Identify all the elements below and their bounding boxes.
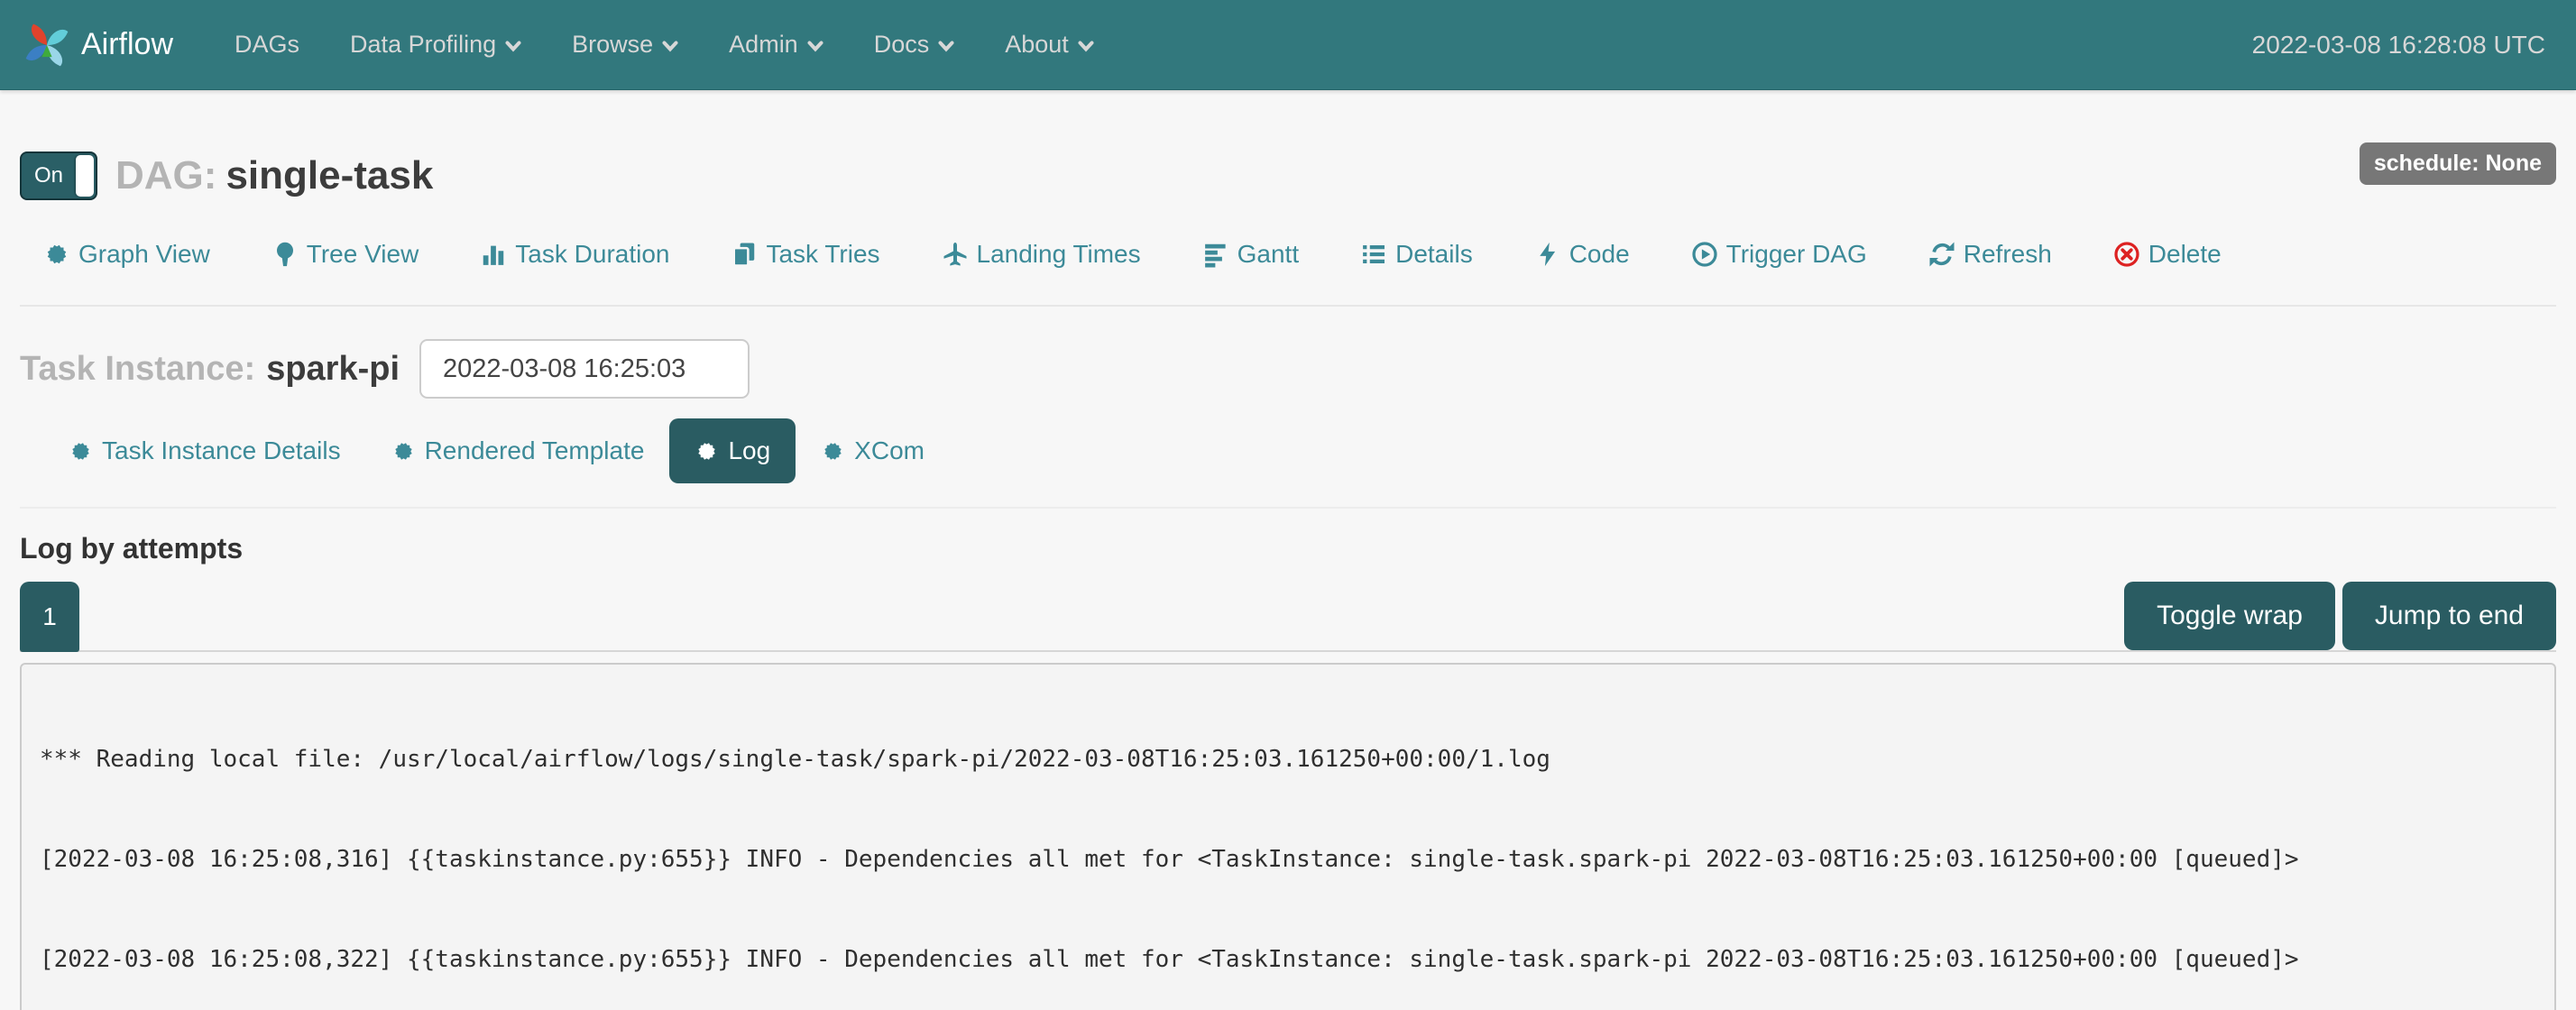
- top-navbar: Airflow DAGs Data Profiling Browse Admin…: [0, 0, 2576, 90]
- chevron-down-icon: [1078, 41, 1094, 52]
- tab-label: Tree View: [307, 240, 419, 269]
- chevron-down-icon: [662, 41, 678, 52]
- tab-label: Landing Times: [977, 240, 1141, 269]
- main-nav: DAGs Data Profiling Browse Admin Docs Ab…: [209, 0, 1119, 89]
- task-name: spark-pi: [266, 350, 400, 389]
- button-label: Log: [728, 436, 770, 465]
- bolt-icon: [1534, 241, 1561, 268]
- dag-view-tabs: Graph View Tree View Task Duration Task …: [20, 240, 2556, 269]
- log-line: *** Reading local file: /usr/local/airfl…: [40, 743, 2545, 776]
- nav-item-label: About: [1005, 31, 1069, 59]
- chevron-down-icon: [505, 41, 521, 52]
- task-instance-header: Task Instance: spark-pi: [20, 339, 2556, 399]
- tab-label: Details: [1395, 240, 1473, 269]
- tab-label: Gantt: [1237, 240, 1299, 269]
- gantt-bars-icon: [1202, 241, 1229, 268]
- tab-label: Trigger DAG: [1726, 240, 1867, 269]
- tab-label: Refresh: [1964, 240, 2052, 269]
- divider: [20, 507, 2556, 509]
- button-label: Task Instance Details: [102, 436, 341, 465]
- schedule-badge: schedule: None: [2360, 142, 2556, 185]
- tab-task-tries[interactable]: Task Tries: [731, 240, 879, 269]
- tab-delete[interactable]: Delete: [2113, 240, 2222, 269]
- refresh-icon: [1928, 241, 1955, 268]
- page-title: DAG:single-task: [115, 153, 433, 198]
- log-output[interactable]: *** Reading local file: /usr/local/airfl…: [20, 663, 2556, 1010]
- button-label: XCom: [854, 436, 925, 465]
- attempt-tab-bar: 1 Toggle wrap Jump to end: [20, 582, 2556, 652]
- burst-icon: [69, 439, 93, 464]
- xcom-button[interactable]: XCom: [796, 418, 950, 483]
- nav-item-admin[interactable]: Admin: [704, 0, 849, 89]
- log-line: [2022-03-08 16:25:08,316] {{taskinstance…: [40, 843, 2545, 877]
- airflow-brand[interactable]: Airflow: [22, 20, 173, 70]
- divider: [20, 305, 2556, 307]
- brand-title: Airflow: [81, 27, 173, 62]
- task-instance-actions: Task Instance Details Rendered Template …: [20, 418, 2556, 483]
- chevron-down-icon: [807, 41, 823, 52]
- tab-gantt[interactable]: Gantt: [1202, 240, 1299, 269]
- tab-label: Code: [1569, 240, 1630, 269]
- execution-date-input[interactable]: [419, 339, 750, 399]
- button-label: Rendered Template: [425, 436, 645, 465]
- nav-item-dags[interactable]: DAGs: [209, 0, 325, 89]
- rendered-template-button[interactable]: Rendered Template: [366, 418, 670, 483]
- tab-label: Graph View: [78, 240, 210, 269]
- nav-item-about[interactable]: About: [980, 0, 1119, 89]
- tab-tree-view[interactable]: Tree View: [271, 240, 419, 269]
- nav-item-label: Docs: [874, 31, 930, 59]
- log-button[interactable]: Log: [669, 418, 796, 483]
- nav-item-data-profiling[interactable]: Data Profiling: [325, 0, 547, 89]
- chevron-down-icon: [938, 41, 954, 52]
- burst-icon: [391, 439, 416, 464]
- log-section-heading: Log by attempts: [20, 532, 2556, 565]
- toggle-knob: [76, 155, 94, 197]
- tab-refresh[interactable]: Refresh: [1928, 240, 2052, 269]
- tab-task-duration[interactable]: Task Duration: [480, 240, 669, 269]
- nav-item-docs[interactable]: Docs: [849, 0, 980, 89]
- dag-on-off-toggle[interactable]: On: [20, 152, 97, 200]
- utc-clock: 2022-03-08 16:28:08 UTC: [2252, 31, 2545, 60]
- tab-details[interactable]: Details: [1360, 240, 1473, 269]
- nav-item-label: DAGs: [235, 31, 299, 59]
- dag-title-prefix: DAG:: [115, 153, 216, 197]
- tab-graph-view[interactable]: Graph View: [43, 240, 210, 269]
- tab-label: Task Duration: [515, 240, 669, 269]
- delete-circle-x-icon: [2113, 241, 2140, 268]
- nav-item-label: Admin: [729, 31, 798, 59]
- task-instance-label: Task Instance:: [20, 350, 255, 389]
- airflow-pinwheel-logo-icon: [22, 20, 72, 70]
- log-line: [2022-03-08 16:25:08,322] {{taskinstance…: [40, 943, 2545, 977]
- tab-trigger-dag[interactable]: Trigger DAG: [1691, 240, 1867, 269]
- tab-label: Delete: [2148, 240, 2222, 269]
- dag-header: On DAG:single-task schedule: None: [20, 152, 2556, 200]
- tree-icon: [271, 241, 299, 268]
- tab-label: Task Tries: [766, 240, 879, 269]
- nav-item-label: Data Profiling: [350, 31, 496, 59]
- tab-code[interactable]: Code: [1534, 240, 1630, 269]
- copy-icon: [731, 241, 758, 268]
- task-instance-details-button[interactable]: Task Instance Details: [43, 418, 366, 483]
- burst-icon: [821, 439, 845, 464]
- jump-to-end-button[interactable]: Jump to end: [2342, 582, 2556, 650]
- burst-icon: [695, 439, 719, 464]
- plane-icon: [942, 241, 969, 268]
- toggle-on-label: On: [34, 163, 63, 188]
- play-circle-icon: [1691, 241, 1718, 268]
- list-icon: [1360, 241, 1387, 268]
- burst-icon: [43, 241, 70, 268]
- dag-name: single-task: [225, 153, 433, 197]
- toggle-wrap-button[interactable]: Toggle wrap: [2124, 582, 2335, 650]
- log-actions: Toggle wrap Jump to end: [2124, 582, 2556, 650]
- nav-item-label: Browse: [572, 31, 653, 59]
- bar-chart-icon: [480, 241, 507, 268]
- tab-landing-times[interactable]: Landing Times: [942, 240, 1141, 269]
- nav-item-browse[interactable]: Browse: [547, 0, 704, 89]
- attempt-1-tab[interactable]: 1: [20, 582, 79, 652]
